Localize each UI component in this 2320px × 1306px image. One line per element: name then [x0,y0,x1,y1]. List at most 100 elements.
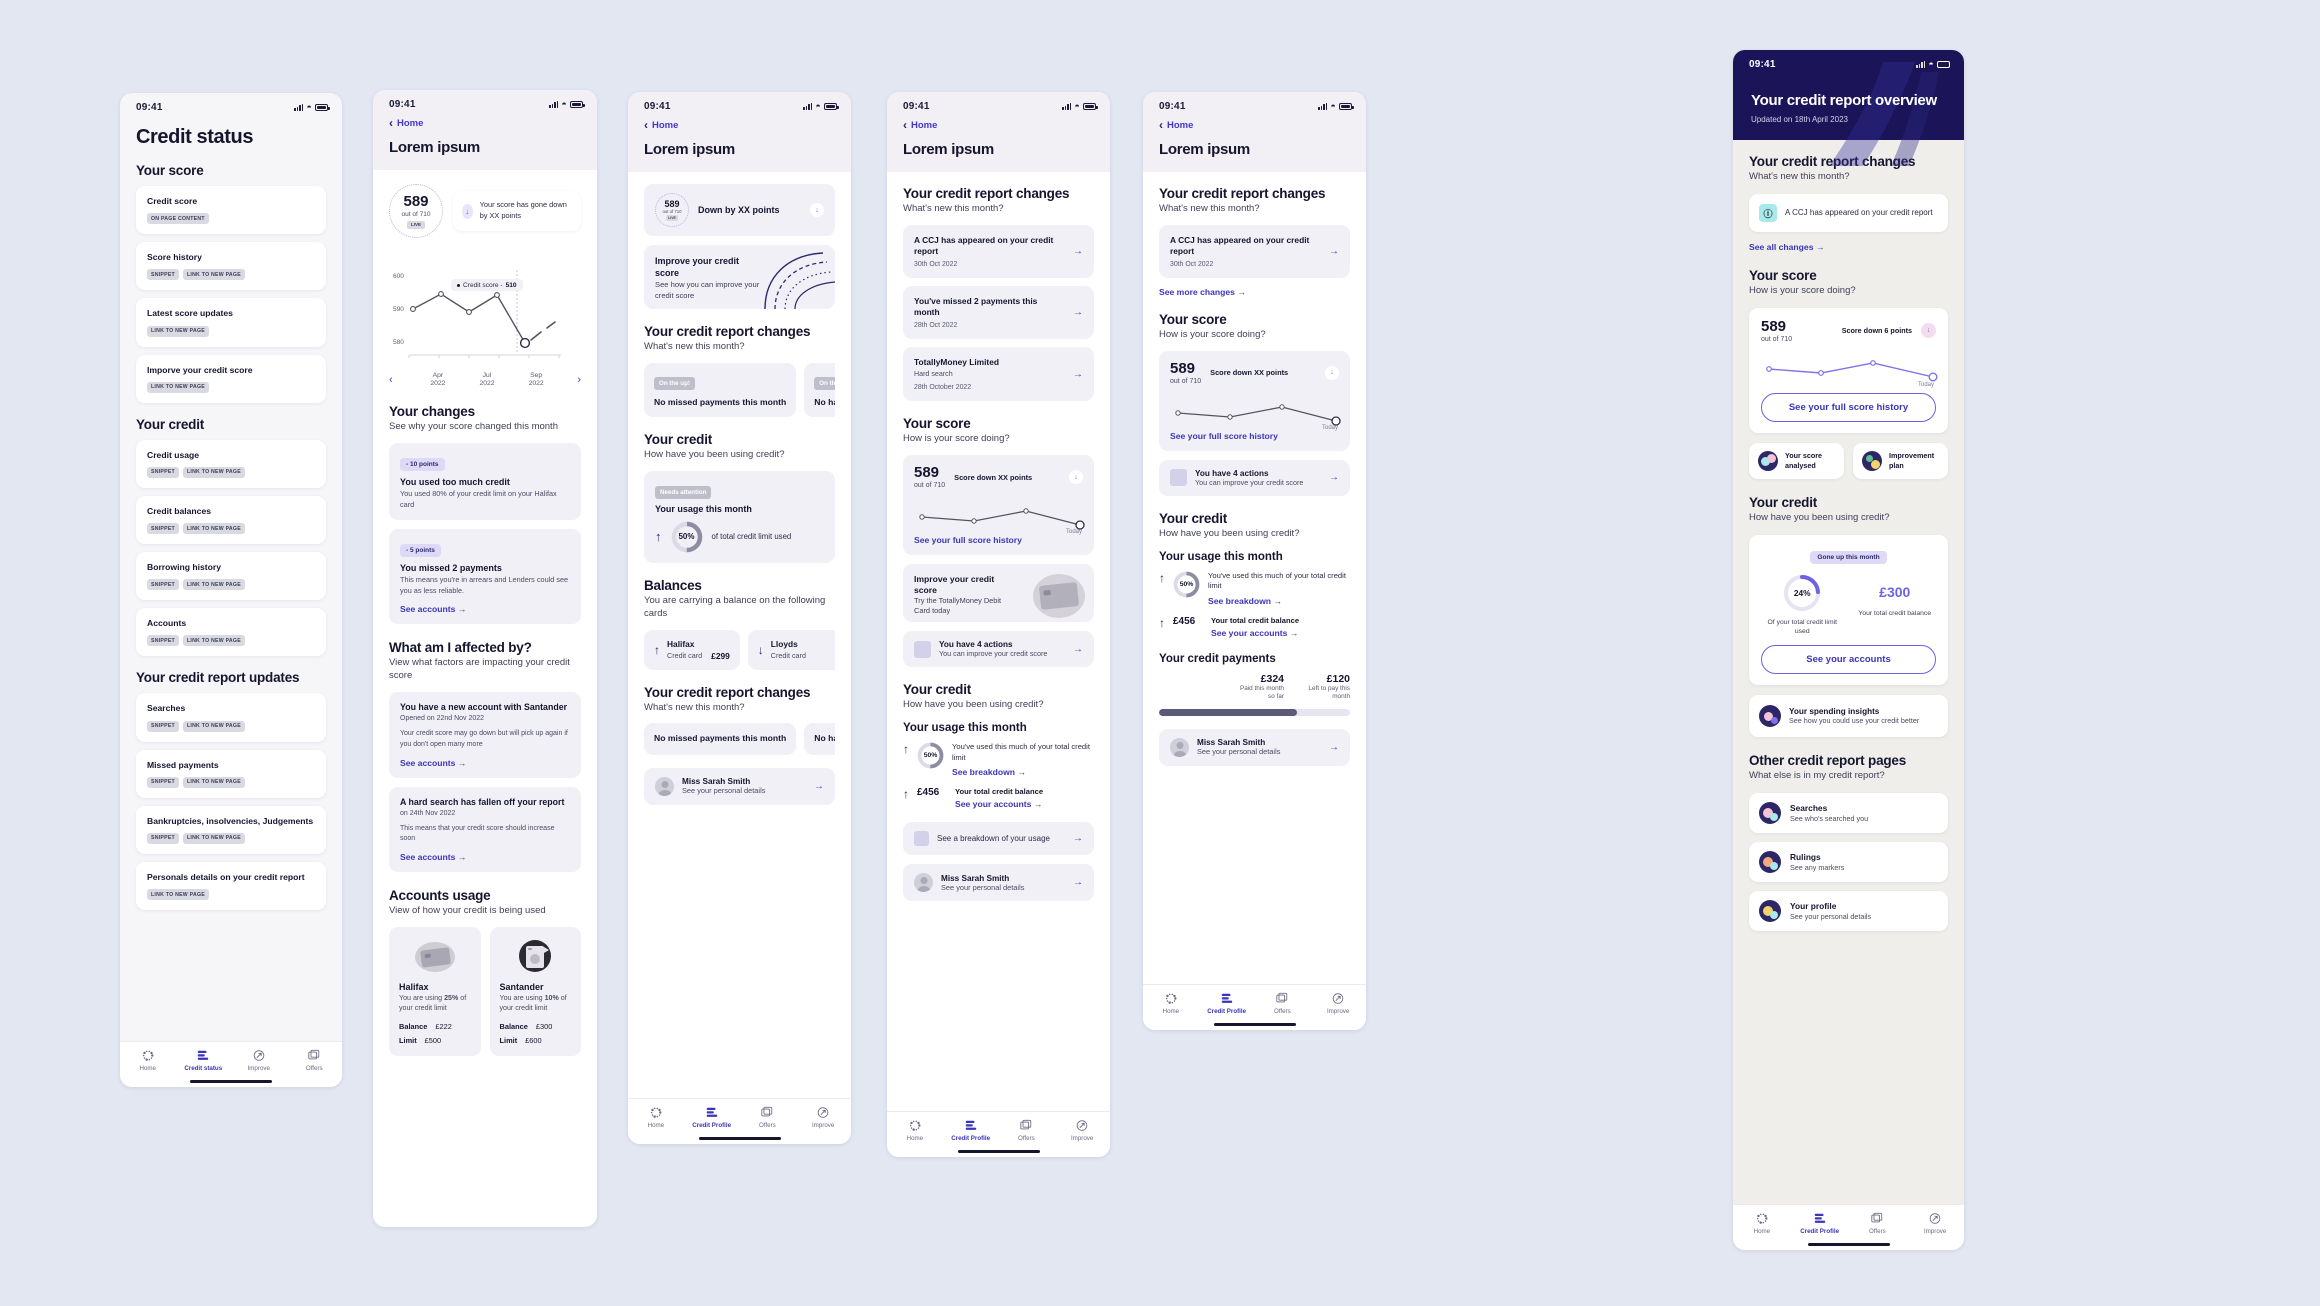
credit-status-item[interactable]: Imporve your credit score LINK TO NEW PAG… [136,354,326,403]
chart-prev-button[interactable]: ‹ [389,374,393,386]
chart-next-button[interactable]: › [577,374,581,386]
other-page-row[interactable]: Searches See who's searched you [1749,792,1948,833]
score-summary: 589 out of 710 LIVE ↓ Your score has gon… [389,184,581,238]
item-tag: LINK TO NEW PAGE [182,776,245,788]
nav-item-offers[interactable]: Offers [999,1119,1055,1142]
other-page-row[interactable]: Rulings See any markers [1749,841,1948,882]
balance-accounts-link[interactable]: See your accounts → [955,799,1094,809]
see-accounts-button[interactable]: See your accounts [1761,644,1936,674]
back-link[interactable]: ‹ Home [1159,115,1350,141]
person-row[interactable]: Miss Sarah Smith See your personal detai… [1159,728,1350,766]
nav-item-home[interactable]: Home [887,1119,943,1142]
account-usage-card[interactable]: Santander You are using 10% of your credi… [489,927,581,1057]
score-change-card[interactable]: - 10 points You used too much credit You u… [389,443,581,521]
nav-item-improve[interactable]: Improve [231,1049,287,1072]
nav-item-label: Offers [1869,1228,1886,1235]
back-link[interactable]: ‹ Home [389,113,581,139]
report-change-row[interactable]: A CCJ has appeared on your credit report… [1159,224,1350,278]
actions-row[interactable]: You have 4 actions You can improve your … [1159,459,1350,496]
account-name: Halifax [399,982,429,993]
nav-item-label: Offers [759,1122,776,1129]
credit-sub: How have you been using credit? [644,449,785,461]
credit-status-item[interactable]: Credit usage SNIPPET LINK TO NEW PAGE [136,439,326,488]
account-usage-card[interactable]: Halifax You are using 25% of your credit … [389,927,481,1057]
balances-carousel[interactable]: ↑ Halifax Credit card £299 ↓ Lloyds Credit car… [644,629,835,670]
nav-item-home[interactable]: Home [628,1106,684,1129]
report-changes-carousel[interactable]: On the up! No missed payments this month O… [644,362,835,418]
arrow-up-icon: ↑ [655,529,662,545]
nav-item-improve[interactable]: Improve [1906,1212,1964,1235]
report-change-row[interactable]: You've missed 2 payments this month 28th … [903,286,1094,340]
score-history-button[interactable]: See your full score history [1761,392,1936,422]
credit-status-item[interactable]: Credit score ON PAGE CONTENT [136,186,326,235]
nav-item-credit-profile[interactable]: Credit Profile [1791,1212,1849,1235]
see-all-changes-link[interactable]: See all changes → [1749,242,1948,252]
usage-breakdown-link[interactable]: See breakdown → [1208,596,1350,606]
report-change-card[interactable]: On the up! No hard searches on your repor… [804,362,835,418]
see-more-changes-link[interactable]: See more changes → [1159,287,1350,297]
balance-accounts-link[interactable]: See your accounts → [1211,628,1350,638]
score-change-card[interactable]: - 5 points You missed 2 payments This mean… [389,529,581,625]
spending-insights-card[interactable]: Your spending insights See how you could… [1749,694,1948,737]
credit-status-item[interactable]: Accounts SNIPPET LINK TO NEW PAGE [136,608,326,657]
home-icon [1164,992,1178,1005]
score-chip[interactable]: 589 out of 710 LIVE Down by XX points ↓ [644,184,835,236]
score-history-link[interactable]: See your full score history [914,535,1083,545]
affected-card[interactable]: A hard search has fallen off your report… [389,786,581,873]
nav-item-offers[interactable]: Offers [287,1049,343,1072]
nav-item-home[interactable]: Home [120,1049,176,1072]
credit-status-item[interactable]: Credit balances SNIPPET LINK TO NEW PAGE [136,495,326,545]
nav-item-home[interactable]: Home [1733,1212,1791,1235]
report-change-row[interactable]: TotallyMoney Limited Hard search 28th Octo… [903,347,1094,402]
nav-item-credit-status[interactable]: Credit status [176,1049,232,1072]
credit-status-item[interactable]: Borrowing history SNIPPET LINK TO NEW PAGE [136,552,326,601]
nav-item-offers[interactable]: Offers [740,1106,796,1129]
credit-status-item[interactable]: Score history SNIPPET LINK TO NEW PAGE [136,242,326,291]
nav-item-credit-profile[interactable]: Credit Profile [1199,992,1255,1015]
actions-row[interactable]: You have 4 actions You can improve your … [903,631,1094,668]
debit-card-promo[interactable]: Improve your credit score Try the Totall… [903,564,1094,623]
accounts-usage-list: Halifax You are using 25% of your credit … [389,927,581,1057]
balance-card[interactable]: ↑ Halifax Credit card £299 [644,629,740,670]
nav-item-label: Credit status [184,1065,223,1072]
score-history-link[interactable]: See your full score history [1170,431,1339,441]
credit-status-item[interactable]: Bankruptcies, insolvencies, Judgements SN… [136,805,326,854]
back-link[interactable]: ‹ Home [644,115,835,141]
nav-item-credit-profile[interactable]: Credit Profile [684,1106,740,1129]
improve-promo-card[interactable]: Improve your credit score See how you ca… [644,245,835,309]
home-icon [142,1050,154,1061]
credit-status-item[interactable]: Latest score updates LINK TO NEW PAGE [136,298,326,347]
credit-status-item[interactable]: Searches SNIPPET LINK TO NEW PAGE [136,693,326,742]
usage-breakdown-link[interactable]: See breakdown → [952,767,1094,777]
signal-icon [1317,103,1328,110]
back-link[interactable]: ‹ Home [903,115,1094,141]
nav-item-home[interactable]: Home [1143,992,1199,1015]
person-row[interactable]: Miss Sarah Smith See your personal detai… [644,767,835,805]
person-sub: See your personal details [682,786,766,796]
nav-item-credit-profile[interactable]: Credit Profile [943,1119,999,1142]
balance-card[interactable]: ↓ Lloyds Credit card [747,629,835,670]
nav-item-improve[interactable]: Improve [795,1106,851,1129]
other-page-row[interactable]: Your profile See your personal details [1749,890,1948,931]
nav-item-improve[interactable]: Improve [1310,992,1366,1015]
person-row[interactable]: Miss Sarah Smith See your personal detai… [903,864,1094,902]
report-change-card[interactable]: On the up! No missed payments this month [644,362,797,418]
status-icons: ◓ [548,100,585,109]
credit-status-item[interactable]: Personals details on your credit report L… [136,861,326,911]
legend-dot-icon [457,283,460,287]
status-bar: 09:41 ◓ [373,90,597,113]
quick-tile[interactable]: Improvement plan [1853,442,1948,479]
nav-item-offers[interactable]: Offers [1849,1212,1907,1235]
credit-status-item[interactable]: Missed payments SNIPPET LINK TO NEW PAGE [136,749,326,798]
nav-item-offers[interactable]: Offers [1255,992,1311,1015]
ccj-change-card[interactable]: ⓘ A CCJ has appeared on your credit repo… [1749,194,1948,232]
breakdown-row[interactable]: See a breakdown of your usage → [903,822,1094,856]
nav-item-improve[interactable]: Improve [1054,1119,1110,1142]
quick-tile[interactable]: Your score analysed [1749,442,1844,479]
report-change2-card[interactable]: No missed payments this month [644,723,797,755]
report-changes2-carousel[interactable]: No missed payments this month No hard sea… [644,723,835,755]
report-change-row[interactable]: A CCJ has appeared on your credit report… [903,224,1094,278]
affected-card[interactable]: You have a new account with Santander Ope… [389,692,581,778]
item-tags: SNIPPET LINK TO NEW PAGE [147,466,315,478]
report-change2-card[interactable]: No hard searches on your report [804,723,835,755]
